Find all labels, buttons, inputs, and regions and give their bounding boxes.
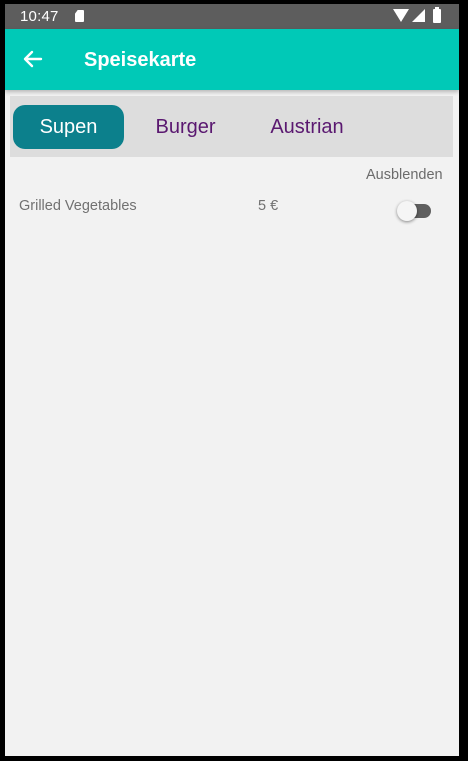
app-screen: 10:47 Speisekarte Supen Burger Austrian … — [5, 4, 459, 756]
item-name: Grilled Vegetables — [19, 198, 137, 214]
hide-column-label: Ausblenden — [366, 167, 443, 183]
tab-burger[interactable]: Burger — [132, 105, 239, 149]
back-button[interactable] — [19, 45, 47, 73]
battery-icon — [433, 7, 441, 23]
status-bar: 10:47 — [5, 4, 459, 29]
wifi-icon — [393, 9, 409, 22]
sd-card-icon — [75, 10, 84, 22]
hide-item-toggle[interactable] — [397, 201, 433, 221]
category-tab-bar: Supen Burger Austrian — [10, 96, 453, 157]
tab-austrian[interactable]: Austrian — [247, 105, 367, 149]
signal-icon — [412, 9, 425, 22]
toggle-thumb — [397, 201, 417, 221]
device-frame: 10:47 Speisekarte Supen Burger Austrian … — [0, 0, 468, 761]
tab-supen[interactable]: Supen — [13, 105, 124, 149]
app-bar: Speisekarte — [5, 29, 459, 90]
page-title: Speisekarte — [84, 49, 197, 71]
arrow-left-icon — [23, 50, 43, 68]
status-time: 10:47 — [20, 8, 59, 25]
item-price: 5 € — [258, 198, 279, 214]
